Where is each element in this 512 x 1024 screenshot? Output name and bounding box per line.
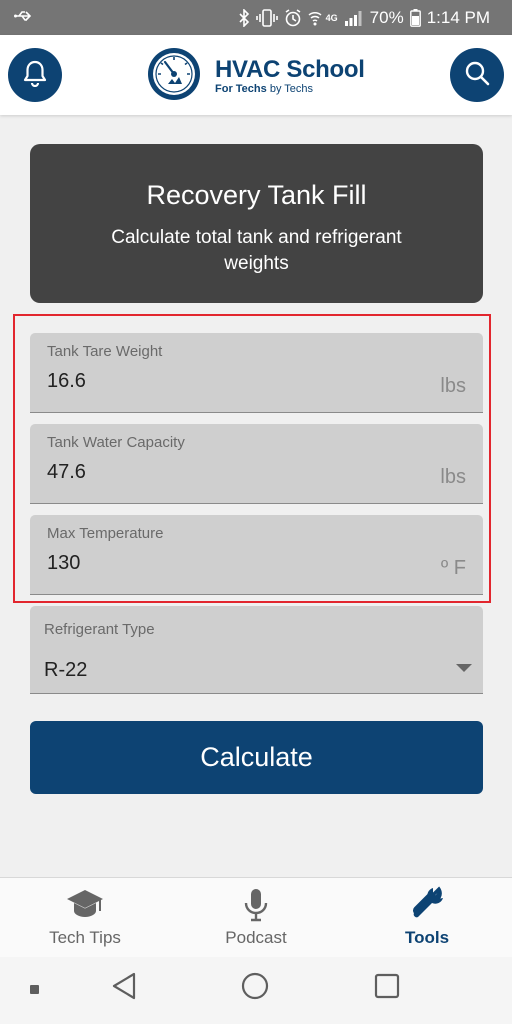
back-triangle-icon (110, 971, 138, 1006)
app-header: HVAC School For Techs by Techs (0, 35, 512, 115)
dropdown-arrow-icon[interactable] (456, 664, 472, 672)
vibrate-icon (255, 8, 278, 27)
field-value[interactable]: 16.6 (47, 370, 86, 393)
calculator-title: Recovery Tank Fill (146, 180, 367, 210)
brand-tagline-prefix: For Techs (215, 83, 267, 95)
select-label: Refrigerant Type (44, 621, 155, 638)
search-icon (464, 60, 490, 91)
calculator-title-card: Recovery Tank Fill Calculate total tank … (30, 144, 483, 303)
nav-tech-tips[interactable]: Tech Tips (15, 878, 155, 958)
field-unit: º F (440, 557, 466, 579)
status-icons: 4G 70% 1:14 PM (238, 0, 490, 35)
alarm-icon (284, 8, 302, 27)
nav-label: Podcast (225, 928, 287, 947)
usb-icon (14, 9, 34, 28)
calculator-subtitle: Calculate total tank and refrigerant wei… (111, 227, 402, 274)
android-nav-bar (0, 957, 512, 1024)
recent-apps-button[interactable] (372, 971, 402, 1006)
gauge-logo-icon (141, 46, 207, 107)
brand-tagline-suffix: by Techs (266, 83, 314, 95)
field-unit: lbs (440, 375, 466, 397)
nav-label: Tech Tips (49, 928, 121, 947)
wrench-icon (409, 878, 445, 922)
dot-indicator-icon (30, 985, 39, 994)
bottom-nav: Tech Tips Podcast Tools (0, 877, 512, 957)
home-button[interactable] (240, 971, 270, 1006)
battery-percent: 70% (369, 7, 404, 27)
notifications-button[interactable] (8, 48, 62, 102)
tank-water-capacity-field[interactable]: Tank Water Capacity 47.6 lbs (30, 424, 483, 504)
battery-icon (409, 8, 421, 27)
nav-label: Tools (404, 928, 450, 947)
clock: 1:14 PM (426, 7, 490, 27)
field-label: Max Temperature (47, 525, 164, 542)
brand-logo: HVAC School For Techs by Techs (141, 46, 365, 107)
nav-podcast[interactable]: Podcast (186, 878, 326, 958)
home-circle-icon (240, 971, 270, 1006)
field-value[interactable]: 47.6 (47, 461, 86, 484)
field-unit: lbs (440, 466, 466, 488)
refrigerant-type-select[interactable]: Refrigerant Type R-22 (30, 606, 483, 694)
network-type: 4G (325, 12, 338, 23)
graduation-cap-icon (65, 878, 105, 922)
field-value[interactable]: 130 (47, 552, 80, 575)
field-label: Tank Water Capacity (47, 434, 185, 451)
wifi-calling-icon (308, 9, 322, 27)
bluetooth-icon (238, 8, 250, 27)
status-bar: 4G 70% 1:14 PM (0, 0, 512, 35)
max-temperature-field[interactable]: Max Temperature 130 º F (30, 515, 483, 595)
signal-icon (344, 10, 362, 26)
microphone-icon (243, 878, 269, 922)
bell-icon (22, 59, 48, 92)
calculate-button[interactable]: Calculate (30, 721, 483, 794)
recent-apps-icon (372, 971, 402, 1006)
brand-tagline: For Techs by Techs (215, 83, 365, 96)
field-label: Tank Tare Weight (47, 343, 163, 360)
brand-title: HVAC School (215, 56, 365, 83)
tank-tare-weight-field[interactable]: Tank Tare Weight 16.6 lbs (30, 333, 483, 413)
back-button[interactable] (110, 971, 138, 1006)
select-value: R-22 (44, 659, 88, 681)
nav-tools[interactable]: Tools (357, 878, 497, 958)
search-button[interactable] (450, 48, 504, 102)
